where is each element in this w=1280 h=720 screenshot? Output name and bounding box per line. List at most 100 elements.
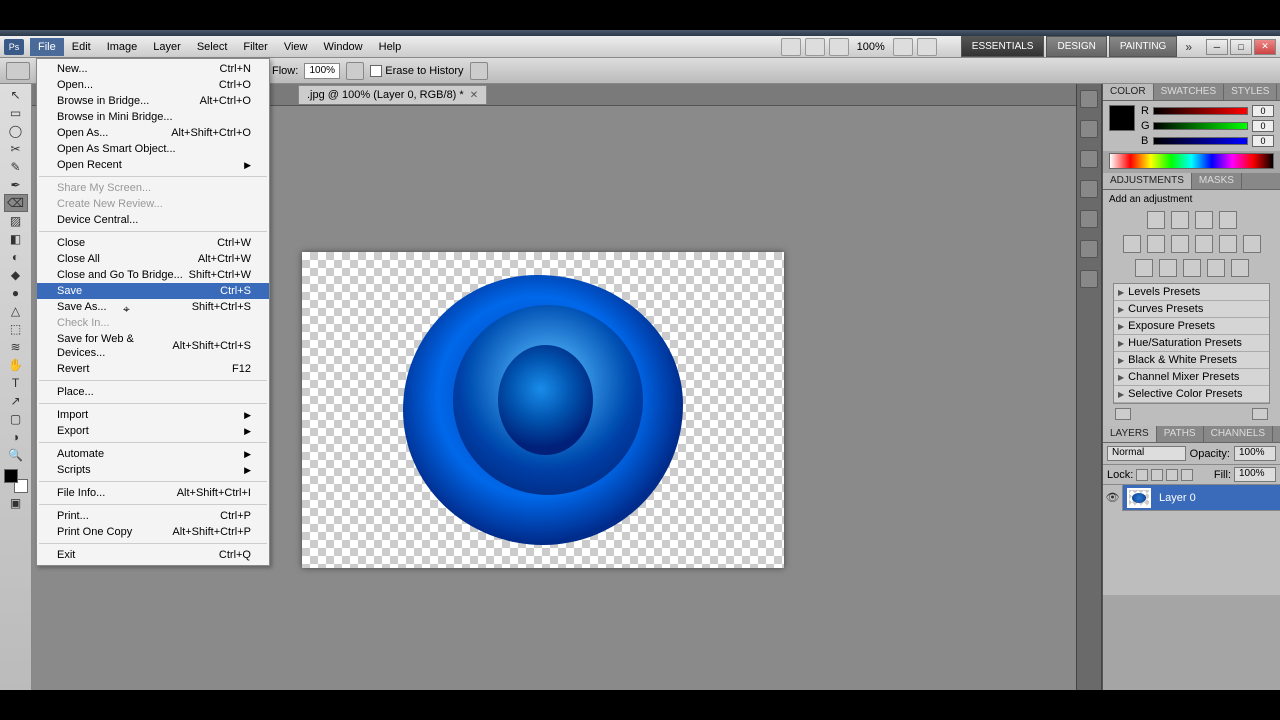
workspace-essentials[interactable]: ESSENTIALS: [961, 36, 1045, 57]
adj-vibrance-icon[interactable]: [1123, 235, 1141, 253]
tool-7[interactable]: ▨: [4, 212, 28, 230]
screen-mode-icon[interactable]: [781, 38, 801, 56]
file-menu-import[interactable]: Import▶: [37, 407, 269, 423]
fill-input[interactable]: 100%: [1234, 467, 1276, 482]
adj-invert-icon[interactable]: [1135, 259, 1153, 277]
file-menu-browse-in-mini-bridge[interactable]: Browse in Mini Bridge...: [37, 109, 269, 125]
menu-view[interactable]: View: [276, 38, 316, 56]
file-menu-close-and-go-to-bridge[interactable]: Close and Go To Bridge...Shift+Ctrl+W: [37, 267, 269, 283]
tool-13[interactable]: ⬚: [4, 320, 28, 338]
adj-return-icon[interactable]: [1115, 408, 1131, 420]
workspace-painting[interactable]: PAINTING: [1109, 36, 1177, 57]
zoom-level[interactable]: 100%: [851, 41, 891, 53]
menu-file[interactable]: File: [30, 38, 64, 56]
adj-colorbal-icon[interactable]: [1171, 235, 1189, 253]
chevrons-icon[interactable]: »: [1177, 40, 1200, 54]
preset-row[interactable]: ▶Curves Presets: [1114, 301, 1269, 318]
doc-close-icon[interactable]: ✕: [470, 90, 478, 101]
tool-4[interactable]: ✎: [4, 158, 28, 176]
r-value[interactable]: 0: [1252, 105, 1274, 117]
close-button[interactable]: ✕: [1254, 39, 1276, 55]
tool-14[interactable]: ≋: [4, 338, 28, 356]
launch-bridge-icon[interactable]: [805, 38, 825, 56]
tab-paths[interactable]: PATHS: [1157, 426, 1204, 442]
menu-layer[interactable]: Layer: [145, 38, 189, 56]
blend-mode-select[interactable]: Normal: [1107, 446, 1186, 461]
tool-11[interactable]: ●: [4, 284, 28, 302]
tab-color[interactable]: COLOR: [1103, 84, 1154, 100]
preset-row[interactable]: ▶Hue/Saturation Presets: [1114, 335, 1269, 352]
file-menu-open-as[interactable]: Open As...Alt+Shift+Ctrl+O: [37, 125, 269, 141]
dock-brush-icon[interactable]: [1080, 150, 1098, 168]
document-tab[interactable]: .jpg @ 100% (Layer 0, RGB/8) * ✕: [298, 85, 487, 104]
file-menu-save[interactable]: SaveCtrl+S: [37, 283, 269, 299]
g-value[interactable]: 0: [1252, 120, 1274, 132]
layer-name[interactable]: Layer 0: [1155, 492, 1196, 504]
tab-swatches[interactable]: SWATCHES: [1154, 84, 1225, 100]
file-menu-scripts[interactable]: Scripts▶: [37, 462, 269, 478]
menu-help[interactable]: Help: [371, 38, 410, 56]
tool-19[interactable]: ◑: [4, 428, 28, 446]
adj-mixer-icon[interactable]: [1243, 235, 1261, 253]
file-menu-print-one-copy[interactable]: Print One CopyAlt+Shift+Ctrl+P: [37, 524, 269, 540]
file-menu-exit[interactable]: ExitCtrl+Q: [37, 547, 269, 563]
dock-clone-icon[interactable]: [1080, 180, 1098, 198]
quickmask-icon[interactable]: ▣: [4, 494, 28, 512]
file-menu-close-all[interactable]: Close AllAlt+Ctrl+W: [37, 251, 269, 267]
adj-thresh-icon[interactable]: [1183, 259, 1201, 277]
preset-row[interactable]: ▶Exposure Presets: [1114, 318, 1269, 335]
dock-history-icon[interactable]: [1080, 90, 1098, 108]
lock-trans-icon[interactable]: [1136, 469, 1148, 481]
tab-adjustments[interactable]: ADJUSTMENTS: [1103, 173, 1192, 189]
tablet-pressure-icon[interactable]: [470, 62, 488, 80]
tool-9[interactable]: ◐: [4, 248, 28, 266]
tab-layers[interactable]: LAYERS: [1103, 426, 1157, 442]
tab-channels[interactable]: CHANNELS: [1204, 426, 1273, 442]
foreground-swatch[interactable]: [1109, 105, 1135, 131]
tool-8[interactable]: ◧: [4, 230, 28, 248]
erase-history-checkbox[interactable]: [370, 65, 382, 77]
layer-visibility-icon[interactable]: 👁: [1103, 485, 1123, 511]
b-value[interactable]: 0: [1252, 135, 1274, 147]
preset-row[interactable]: ▶Channel Mixer Presets: [1114, 369, 1269, 386]
tool-2[interactable]: ◯: [4, 122, 28, 140]
minimize-button[interactable]: ─: [1206, 39, 1228, 55]
layer-thumbnail[interactable]: [1127, 488, 1151, 508]
b-slider[interactable]: [1153, 137, 1248, 145]
file-menu-revert[interactable]: RevertF12: [37, 361, 269, 377]
adj-photo-icon[interactable]: [1219, 235, 1237, 253]
file-menu-new[interactable]: New...Ctrl+N: [37, 61, 269, 77]
dock-char-icon[interactable]: [1080, 210, 1098, 228]
color-spectrum[interactable]: [1109, 153, 1274, 169]
dock-nav-icon[interactable]: [1080, 270, 1098, 288]
dock-para-icon[interactable]: [1080, 240, 1098, 258]
workspace-design[interactable]: DESIGN: [1046, 36, 1106, 57]
file-menu-open-as-smart-object[interactable]: Open As Smart Object...: [37, 141, 269, 157]
tool-12[interactable]: △: [4, 302, 28, 320]
file-menu-close[interactable]: CloseCtrl+W: [37, 235, 269, 251]
r-slider[interactable]: [1153, 107, 1248, 115]
maximize-button[interactable]: □: [1230, 39, 1252, 55]
tool-17[interactable]: ↗: [4, 392, 28, 410]
tool-0[interactable]: ↖: [4, 86, 28, 104]
tool-3[interactable]: ✂: [4, 140, 28, 158]
menu-select[interactable]: Select: [189, 38, 236, 56]
tool-16[interactable]: T: [4, 374, 28, 392]
fg-bg-colors[interactable]: [4, 469, 28, 493]
menu-window[interactable]: Window: [316, 38, 371, 56]
arrange-docs-icon[interactable]: [893, 38, 913, 56]
adj-curves-icon[interactable]: [1195, 211, 1213, 229]
screen-mode-2-icon[interactable]: [917, 38, 937, 56]
file-menu-save-as[interactable]: Save As...Shift+Ctrl+S⌖: [37, 299, 269, 315]
file-menu-place[interactable]: Place...: [37, 384, 269, 400]
lock-pos-icon[interactable]: [1166, 469, 1178, 481]
lock-all-icon[interactable]: [1181, 469, 1193, 481]
adj-exposure-icon[interactable]: [1219, 211, 1237, 229]
layer-row[interactable]: 👁 Layer 0: [1103, 485, 1280, 511]
file-menu-device-central[interactable]: Device Central...: [37, 212, 269, 228]
airbrush-icon[interactable]: [346, 62, 364, 80]
adj-selcolor-icon[interactable]: [1231, 259, 1249, 277]
menu-image[interactable]: Image: [99, 38, 146, 56]
preset-row[interactable]: ▶Black & White Presets: [1114, 352, 1269, 369]
adj-poster-icon[interactable]: [1159, 259, 1177, 277]
